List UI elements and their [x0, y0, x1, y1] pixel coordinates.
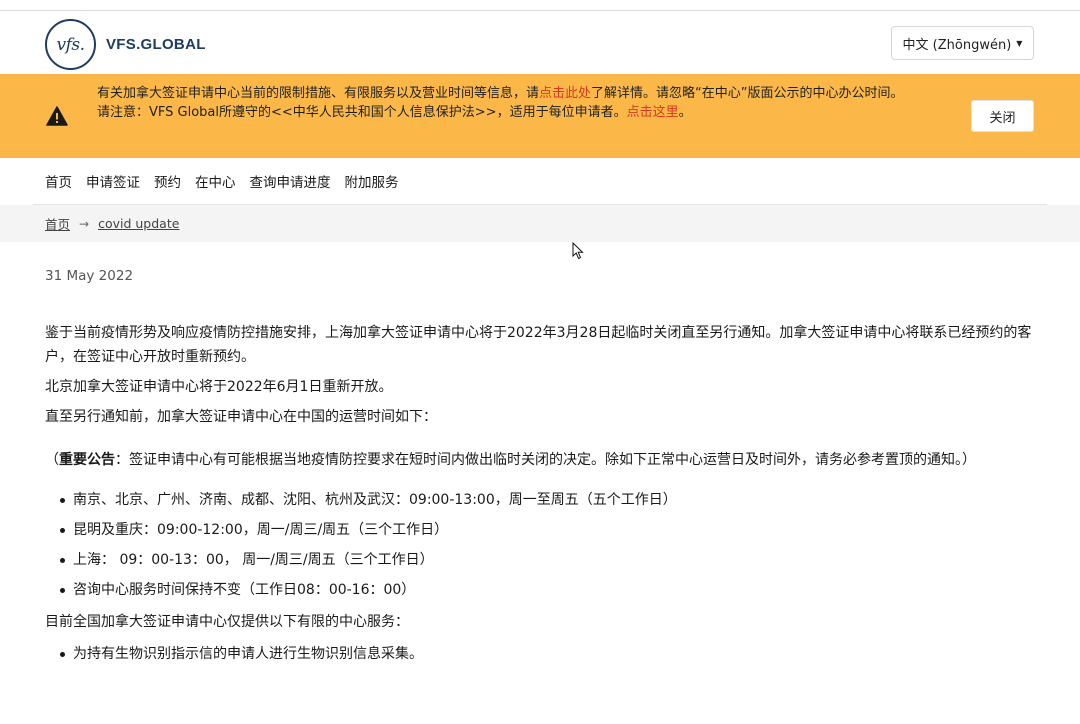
important-notice-label: 重要公告	[59, 452, 115, 468]
nav-item-apply-visa[interactable]: 申请签证	[86, 171, 140, 191]
mouse-cursor-icon	[572, 242, 584, 260]
nav-item-track-application[interactable]: 查询申请进度	[250, 171, 331, 191]
nav-item-appointment[interactable]: 预约	[154, 171, 181, 191]
logo-text: VFS.GLOBAL	[106, 36, 206, 53]
arrow-right-icon: →	[79, 216, 90, 231]
banner-line-2: 请注意：VFS Global所遵守的<<中华人民共和国个人信息保护法>>，适用于…	[97, 105, 692, 120]
banner-line-1: 有关加拿大签证申请中心当前的限制措施、有限服务以及营业时间等信息，请点击此处了解…	[97, 86, 904, 101]
privacy-law-link[interactable]: 点击这里	[627, 105, 679, 120]
breadcrumb-home[interactable]: 首页	[45, 214, 70, 233]
main-nav: 首页 申请签证 预约 在中心 查询申请进度 附加服务	[0, 158, 1080, 204]
logo-mark: vfs.	[45, 19, 96, 70]
language-dropdown[interactable]: 中文 (Zhōngwén) ▼	[891, 26, 1034, 60]
warning-icon	[46, 106, 68, 126]
breadcrumb: 首页 → covid update	[0, 205, 1080, 242]
caret-down-icon: ▼	[1016, 38, 1023, 48]
list-item: 昆明及重庆：09:00-12:00，周一/周三/周五（三个工作日）	[45, 518, 1040, 542]
paragraph-shanghai-closure: 鉴于当前疫情形势及响应疫情防控措施安排，上海加拿大签证申请中心将于2022年3月…	[45, 325, 1032, 365]
site-header: vfs. VFS.GLOBAL 中文 (Zhōngwén) ▼	[0, 11, 1080, 74]
close-banner-button[interactable]: 关闭	[971, 100, 1034, 132]
paragraph-hours-intro: 直至另行通知前，加拿大签证申请中心在中国的运营时间如下：	[45, 409, 437, 425]
nav-item-at-centre[interactable]: 在中心	[195, 171, 236, 191]
article-date: 31 May 2022	[45, 268, 134, 284]
nav-item-value-added-services[interactable]: 附加服务	[345, 171, 399, 191]
list-item: 咨询中心服务时间保持不变（工作日08：00-16：00）	[45, 578, 1040, 602]
important-notice: （重要公告：签证申请中心有可能根据当地疫情防控要求在短时间内做出临时关闭的决定。…	[45, 452, 976, 468]
language-label: 中文 (Zhōngwén)	[902, 37, 1012, 53]
nav-item-home[interactable]: 首页	[45, 171, 72, 191]
breadcrumb-current[interactable]: covid update	[98, 216, 179, 231]
paragraph-beijing-reopen: 北京加拿大签证申请中心将于2022年6月1日重新开放。	[45, 379, 393, 395]
list-item: 为持有生物识别指示信的申请人进行生物识别信息采集。	[45, 642, 1040, 666]
list-item: 南京、北京、广州、济南、成都、沈阳、杭州及武汉：09:00-13:00，周一至周…	[45, 488, 1040, 512]
click-here-link[interactable]: 点击此处	[539, 86, 591, 101]
vfs-logo[interactable]: vfs. VFS.GLOBAL	[45, 19, 206, 70]
paragraph-services-intro: 目前全国加拿大签证申请中心仅提供以下有限的中心服务：	[45, 614, 409, 630]
list-item: 上海： 09：00-13：00， 周一/周三/周五（三个工作日）	[45, 548, 1040, 572]
hours-list: 南京、北京、广州、济南、成都、沈阳、杭州及武汉：09:00-13:00，周一至周…	[45, 488, 1040, 602]
banner-message: 有关加拿大签证申请中心当前的限制措施、有限服务以及营业时间等信息，请点击此处了解…	[97, 84, 947, 122]
services-list: 为持有生物识别指示信的申请人进行生物识别信息采集。	[45, 642, 1040, 666]
notice-banner: 有关加拿大签证申请中心当前的限制措施、有限服务以及营业时间等信息，请点击此处了解…	[0, 74, 1080, 158]
article-body: 鉴于当前疫情形势及响应疫情防控措施安排，上海加拿大签证申请中心将于2022年3月…	[45, 321, 1040, 674]
